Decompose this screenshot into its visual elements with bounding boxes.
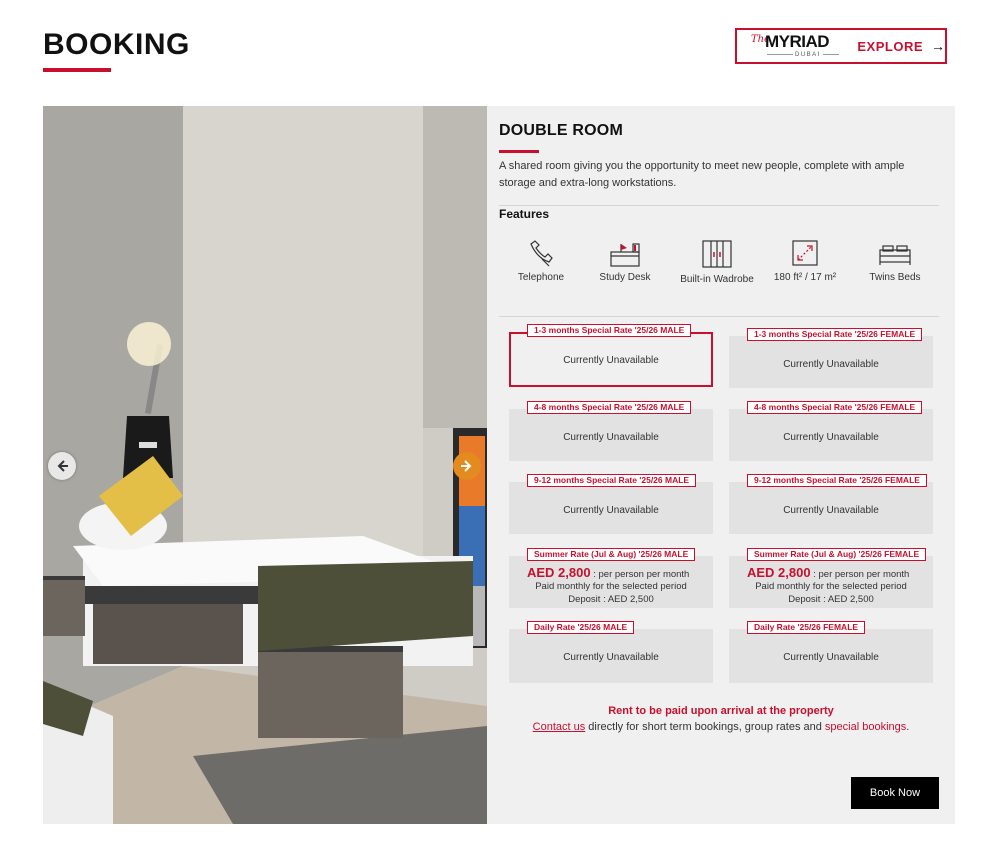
rate-label: 1-3 months Special Rate '25/26 MALE [527,324,692,337]
feature-telephone: Telephone [513,238,569,283]
price-line: AED 2,800 : per person per month [747,565,909,580]
rate-label: Daily Rate '25/26 FEMALE [747,621,866,634]
rate-label: 9-12 months Special Rate '25/26 MALE [527,474,697,487]
rate-status: Currently Unavailable [783,359,879,370]
rate-card-4-8-months-female[interactable]: 4-8 months Special Rate '25/26 FEMALE Cu… [729,401,933,461]
twin-beds-icon [879,245,911,265]
rate-label: 4-8 months Special Rate '25/26 MALE [527,401,692,414]
rate-card-summer-male[interactable]: Summer Rate (Jul & Aug) '25/26 MALE AED … [509,548,713,608]
rent-payment-note: Rent to be paid upon arrival at the prop… [608,705,834,717]
deposit-note: Deposit : AED 2,500 [568,594,654,605]
feature-wardrobe: Built-in Wadrobe [675,238,759,285]
payment-note: Paid monthly for the selected period [755,581,907,592]
special-bookings-link[interactable]: special bookings [825,721,906,733]
arrow-right-icon: → [931,38,945,54]
feature-study-desk: Study Desk [595,238,655,283]
wardrobe-icon [702,240,732,268]
arrow-right-icon [461,460,472,472]
study-desk-icon [610,243,640,267]
rate-card-4-8-months-male[interactable]: 4-8 months Special Rate '25/26 MALE Curr… [509,401,713,461]
rate-status: Currently Unavailable [563,652,659,663]
features-list: Telephone Study Desk Built-in Wadrobe 18… [507,238,927,294]
room-title: DOUBLE ROOM [499,122,623,139]
room-title-underline [499,150,539,153]
rate-status: Currently Unavailable [563,355,659,366]
rate-label: Summer Rate (Jul & Aug) '25/26 FEMALE [747,548,927,561]
room-photo-illustration [43,106,487,824]
telephone-icon [530,240,553,267]
rate-status: Currently Unavailable [783,505,879,516]
divider [499,316,939,317]
rate-card-summer-female[interactable]: Summer Rate (Jul & Aug) '25/26 FEMALE AE… [729,548,933,608]
feature-room-size: 180 ft² / 17 m² [767,238,843,283]
price-line: AED 2,800 : per person per month [527,565,689,580]
title-underline [43,68,111,72]
rate-card-daily-male[interactable]: Daily Rate '25/26 MALE Currently Unavail… [509,621,713,683]
rate-label: 4-8 months Special Rate '25/26 FEMALE [747,401,923,414]
divider [499,205,939,206]
page-title: BOOKING [43,28,190,61]
price-unit: : per person per month [593,569,690,580]
rate-card-daily-female[interactable]: Daily Rate '25/26 FEMALE Currently Unava… [729,621,933,683]
contact-text: directly for short term bookings, group … [585,721,825,733]
rate-card-9-12-months-female[interactable]: 9-12 months Special Rate '25/26 FEMALE C… [729,474,933,534]
price-unit: : per person per month [813,569,910,580]
room-description: A shared room giving you the opportunity… [499,160,905,189]
myriad-logo: The MYRIAD DUBAI [749,30,843,62]
arrow-left-icon [57,460,68,472]
features-heading: Features [499,207,550,221]
contact-end: . [906,721,910,733]
rate-card-1-3-months-male[interactable]: 1-3 months Special Rate '25/26 MALE Curr… [509,324,713,387]
rate-status: Currently Unavailable [783,432,879,443]
explore-label: EXPLORE [857,38,923,54]
explore-button[interactable]: The MYRIAD DUBAI EXPLORE → [735,28,947,64]
feature-twin-beds: Twins Beds [865,238,925,283]
price-amount: AED 2,800 [747,565,811,580]
deposit-note: Deposit : AED 2,500 [788,594,874,605]
rate-card-9-12-months-male[interactable]: 9-12 months Special Rate '25/26 MALE Cur… [509,474,713,534]
room-size-icon [792,240,818,266]
rate-label: 9-12 months Special Rate '25/26 FEMALE [747,474,927,487]
rate-label: Daily Rate '25/26 MALE [527,621,635,634]
contact-line: Contact us directly for short term booki… [487,721,955,733]
room-photo [43,106,487,824]
rate-status: Currently Unavailable [783,652,879,663]
room-details-panel: DOUBLE ROOM A shared room giving you the… [487,106,955,824]
rate-label: Summer Rate (Jul & Aug) '25/26 MALE [527,548,696,561]
gallery-next-button[interactable] [453,452,481,480]
contact-us-link[interactable]: Contact us [533,721,586,733]
book-now-button[interactable]: Book Now [851,777,939,809]
price-amount: AED 2,800 [527,565,591,580]
rate-label: 1-3 months Special Rate '25/26 FEMALE [747,328,923,341]
payment-note: Paid monthly for the selected period [535,581,687,592]
rate-status: Currently Unavailable [563,505,659,516]
gallery-prev-button[interactable] [48,452,76,480]
rate-card-1-3-months-female[interactable]: 1-3 months Special Rate '25/26 FEMALE Cu… [729,328,933,388]
rate-status: Currently Unavailable [563,432,659,443]
